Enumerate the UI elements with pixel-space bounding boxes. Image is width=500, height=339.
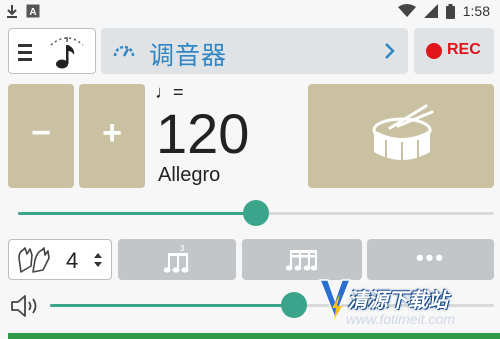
battery-icon (445, 3, 455, 19)
triplet-subdivision-button[interactable]: 3 (118, 239, 236, 280)
watermark-url: www.fotimeit.com (346, 311, 455, 327)
record-dot-icon (426, 43, 442, 59)
speaker-icon[interactable] (10, 294, 40, 318)
clap-hands-icon (18, 247, 50, 273)
sixteenth-notes-icon (286, 250, 318, 271)
more-options-label: ••• (415, 245, 446, 270)
tempo-increase-button[interactable]: + (79, 84, 145, 188)
volume-slider-thumb[interactable] (281, 292, 308, 318)
page-title: 调音器 (149, 42, 228, 70)
wifi-icon (397, 4, 416, 17)
beats-per-bar-selector[interactable]: 4 (8, 239, 112, 280)
watermark-title: 清源下载站 (348, 290, 448, 312)
stepper-arrows-icon[interactable] (93, 251, 103, 269)
tempo-marking: Allegro (158, 164, 221, 186)
svg-text:A: A (29, 7, 36, 18)
drum-icon (372, 104, 434, 162)
chevron-right-icon (385, 43, 395, 59)
signal-icon (423, 4, 438, 18)
sixteenth-subdivision-button[interactable] (242, 239, 362, 280)
minus-label: − (31, 114, 51, 152)
record-label: REC (447, 41, 481, 58)
download-icon (7, 5, 17, 18)
tuner-title-bar[interactable]: 调音器 (101, 28, 408, 74)
metronome-note-icon (50, 37, 84, 69)
watermark: 清源下载站 www.fotimeit.com (318, 276, 500, 338)
tempo-decrease-button[interactable]: − (8, 84, 74, 188)
gauge-icon (113, 45, 135, 57)
note-equals-label: ♩= (155, 82, 184, 102)
record-button[interactable]: REC (414, 28, 494, 74)
svg-text:3: 3 (180, 244, 185, 253)
tempo-slider-thumb[interactable] (243, 200, 269, 226)
font-icon: A (26, 4, 40, 18)
drum-sound-button[interactable] (308, 84, 494, 188)
triplet-notes-icon: 3 (164, 244, 189, 273)
menu-icon (18, 44, 32, 61)
clock: 1:58 (462, 3, 490, 19)
volume-slider-fill (50, 304, 295, 307)
bpm-value[interactable]: 120 (156, 104, 249, 164)
more-options-button[interactable]: ••• (367, 239, 494, 280)
tempo-slider-fill (18, 212, 256, 215)
menu-button[interactable] (8, 28, 96, 74)
status-bar: A 1:58 (0, 0, 500, 24)
beats-count: 4 (66, 248, 79, 273)
plus-label: + (102, 114, 122, 152)
